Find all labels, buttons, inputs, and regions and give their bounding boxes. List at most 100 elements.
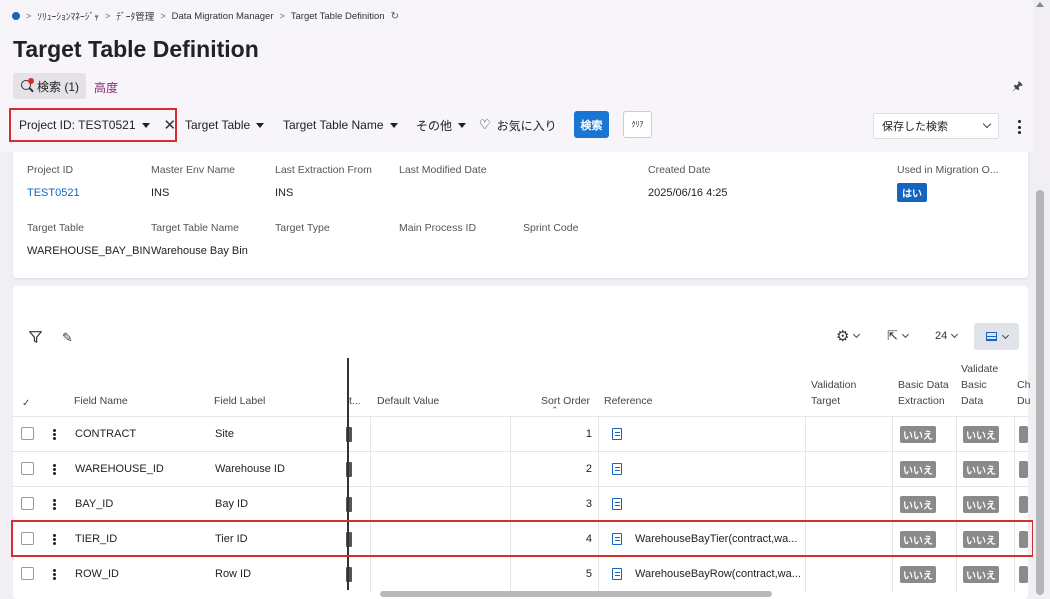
saved-search-label: 保存した検索 [882,121,948,133]
close-icon[interactable]: ✕ [164,118,177,133]
header-basic-data-extraction-line2[interactable]: Extraction [898,393,945,409]
truncated-badge [1019,426,1028,443]
header-field-name[interactable]: Field Name [74,393,128,409]
header-validate-basic-data-line1[interactable]: Validate [961,361,998,377]
field-label-cell: Site [215,428,234,440]
project-id-filter-label: Project ID: TEST0521 [19,118,136,132]
scroll-up-icon[interactable] [1036,2,1044,7]
chevron-right-icon: > [279,11,285,21]
basic-data-extraction-badge: いいえ [900,496,936,513]
export-icon: ⇱ [887,328,898,343]
project-id-filter-chip[interactable]: Project ID: TEST0521 ✕ [9,108,177,142]
chevron-down-icon [951,330,959,339]
filter-icon[interactable] [29,331,42,343]
tab-search[interactable]: 検索 (1) [13,73,86,99]
table-row[interactable]: ROW_ID Row ID 5 WarehouseBayRow(contract… [13,556,1028,592]
row-checkbox[interactable] [21,567,34,580]
sort-order-cell: 5 [585,568,592,580]
sort-order-cell: 2 [585,463,592,475]
field-label-cell: Warehouse ID [215,463,285,475]
document-icon[interactable] [612,428,622,440]
header-validate-basic-data-line3[interactable]: Data [961,393,983,409]
row-checkbox[interactable] [21,427,34,440]
breadcrumb-item[interactable]: ﾃﾞｰﾀ管理 [116,9,154,23]
gear-icon: ⚙ [836,328,850,345]
breadcrumb-current: Target Table Definition [290,10,385,22]
table-row[interactable]: WAREHOUSE_ID Warehouse ID 2 いいえ いいえ [13,451,1028,487]
home-icon[interactable] [12,12,20,20]
last-extraction-value: INS [275,187,294,199]
other-filter[interactable]: その他 [416,108,467,142]
target-table-label: Target Table [27,222,85,234]
sort-order-cell: 1 [585,428,592,440]
field-name-cell: ROW_ID [75,568,119,580]
document-icon[interactable] [612,463,622,475]
row-checkbox[interactable] [21,497,34,510]
main-process-label: Main Process ID [399,222,477,234]
row-checkbox[interactable] [21,462,34,475]
search-button[interactable]: 検索 [574,111,609,138]
refresh-icon[interactable]: ↻ [391,11,399,22]
last-modified-label: Last Modified Date [399,164,487,176]
row-menu-icon[interactable] [53,499,56,510]
export-menu[interactable]: ⇱ [887,327,909,345]
sort-order-cell: 3 [585,498,592,510]
clear-button[interactable]: ｸﾘｱ [623,111,652,138]
header-validate-basic-data-line2[interactable]: Basic [961,377,987,393]
header-field-label[interactable]: Field Label [214,393,265,409]
basic-data-extraction-badge: いいえ [900,566,936,583]
sprint-code-label: Sprint Code [523,222,579,234]
header-validation-target-line2[interactable]: Target [811,393,840,409]
vertical-scrollbar[interactable] [1036,190,1044,595]
row-menu-icon[interactable] [53,464,56,475]
edit-icon[interactable]: ✎ [62,330,73,346]
field-name-cell: BAY_ID [75,498,114,510]
heart-icon: ♡ [479,117,491,132]
row-menu-icon[interactable] [53,569,56,580]
search-icon [20,78,34,93]
other-filter-label: その他 [416,118,453,133]
reference-link[interactable]: WarehouseBayRow(contract,wa... [635,557,801,592]
field-name-cell: WAREHOUSE_ID [75,463,164,475]
page-size-value: 24 [935,330,948,342]
target-table-filter-label: Target Table [185,118,251,132]
header-ch-line1[interactable]: Ch [1017,377,1030,393]
table-row[interactable]: CONTRACT Site 1 いいえ いいえ [13,416,1028,452]
tab-advanced[interactable]: 高度 [94,79,118,96]
project-id-link[interactable]: TEST0521 [27,187,80,199]
document-icon[interactable] [612,498,622,510]
select-all-checkmark[interactable]: ✓ [22,396,30,412]
caret-down-icon[interactable] [141,122,150,128]
breadcrumb-item[interactable]: Data Migration Manager [172,11,274,22]
target-table-name-filter[interactable]: Target Table Name [283,108,398,142]
header-sort-order[interactable]: Sort Order [541,393,590,409]
filter-bar: Project ID: TEST0521 ✕ Target Table Targ… [0,104,1050,144]
table-view-icon [985,332,997,341]
document-icon[interactable] [612,568,622,580]
row-menu-icon[interactable] [53,429,56,440]
target-table-value: WAREHOUSE_BAY_BIN [27,245,151,257]
caret-down-icon [389,122,398,128]
truncated-badge [1019,566,1028,583]
favorites-filter[interactable]: ♡ お気に入り [479,108,557,142]
page-size-select[interactable]: 24 [935,327,959,345]
header-reference[interactable]: Reference [604,393,652,409]
settings-menu[interactable]: ⚙ [836,327,861,345]
pin-icon[interactable]: 🖈 [1012,77,1023,98]
validate-basic-data-badge: いいえ [963,461,999,478]
truncated-badge [1019,496,1028,513]
breadcrumb-item[interactable]: ｿﾘｭｰｼｮﾝﾏﾈｰｼﾞｬ [37,9,99,23]
caret-down-icon [256,122,265,128]
view-toggle-button[interactable] [974,323,1019,350]
more-options-icon[interactable] [1017,120,1021,134]
horizontal-scrollbar[interactable] [380,591,772,597]
header-validation-target-line1[interactable]: Validation [811,377,856,393]
header-default-value[interactable]: Default Value [377,393,439,409]
table-row[interactable]: BAY_ID Bay ID 3 いいえ いいえ [13,486,1028,522]
header-basic-data-extraction-line1[interactable]: Basic Data [898,377,949,393]
target-table-filter[interactable]: Target Table [185,108,265,142]
saved-search-select[interactable]: 保存した検索 [873,113,999,139]
chevron-down-icon [853,330,861,339]
header-truncated[interactable]: t... [349,393,361,409]
header-ch-line2[interactable]: Du [1017,393,1030,409]
